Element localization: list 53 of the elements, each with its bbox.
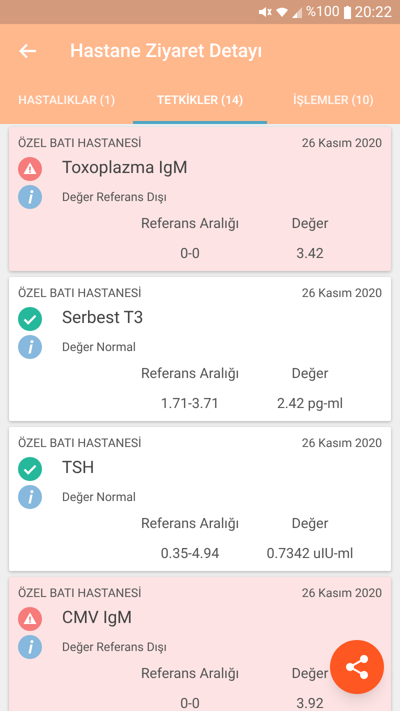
test-card[interactable]: ÖZEL BATI HASTANESİ 26 Kasım 2020 CMV IgM Değer Referans Dışı Referans Aralığı Değer 0-0 3.92 xyxy=(9,577,391,711)
battery-icon xyxy=(344,6,351,18)
column-header: Değer xyxy=(292,364,328,384)
check-icon xyxy=(18,306,42,331)
hospital-name: ÖZEL BATI HASTANESİ xyxy=(18,285,142,302)
wifi-icon xyxy=(276,6,288,18)
test-name: CMV IgM xyxy=(62,607,132,630)
column-header: Referans Aralığı xyxy=(140,514,240,534)
table-cell-text: 2.42 pg-ml xyxy=(276,394,344,414)
info-icon xyxy=(18,634,42,658)
warning-icon xyxy=(18,156,42,181)
result-note: Değer Referans Dışı xyxy=(62,188,167,206)
test-name: Toxoplazma IgM xyxy=(62,157,188,180)
info-icon xyxy=(18,334,42,358)
clock-time: 20:22 xyxy=(354,2,392,23)
result-note: Değer Normal xyxy=(62,488,136,506)
result-note: Değer Normal xyxy=(62,338,136,356)
hospital-name: ÖZEL BATI HASTANESİ xyxy=(18,135,142,152)
check-icon xyxy=(18,456,42,481)
info-icon xyxy=(18,184,42,208)
hospital-name: ÖZEL BATI HASTANESİ xyxy=(18,585,142,602)
share-icon xyxy=(345,654,369,680)
table-cell-text: 0.7342 uIU-ml xyxy=(266,544,354,564)
table-cell-text: 0-0 xyxy=(179,694,201,711)
table-cell-text: 0.35-4.94 xyxy=(160,544,220,564)
table-cell-text: 3.92 xyxy=(296,694,324,711)
signal-icon xyxy=(292,6,302,18)
column-header: Değer xyxy=(292,514,328,534)
test-name: Serbest T3 xyxy=(62,307,144,330)
hospital-name: ÖZEL BATI HASTANESİ xyxy=(18,435,142,452)
table-cell-text: 0-0 xyxy=(179,244,201,264)
warning-icon xyxy=(18,606,42,631)
table-cell-text: 3.42 xyxy=(296,244,324,264)
test-date: 26 Kasım 2020 xyxy=(302,435,382,452)
back-arrow-icon xyxy=(19,43,37,59)
column-header: Değer xyxy=(292,664,328,684)
test-card[interactable]: ÖZEL BATI HASTANESİ 26 Kasım 2020 Serbest T3 Değer Normal Referans Aralığı Değer 1.71-3.71 2.42 pg-ml xyxy=(9,277,391,421)
test-date: 26 Kasım 2020 xyxy=(302,135,382,152)
test-card[interactable]: ÖZEL BATI HASTANESİ 26 Kasım 2020 Toxoplazma IgM Değer Referans Dışı Referans Aralığı Değer 0-0 3.42 xyxy=(9,127,391,271)
column-header: Referans Aralığı xyxy=(140,214,240,234)
result-note: Değer Referans Dışı xyxy=(62,638,167,656)
table-cell-text: 1.71-3.71 xyxy=(160,394,220,414)
battery-percentage: %100 xyxy=(306,2,340,22)
column-header: Değer xyxy=(292,214,328,234)
info-icon xyxy=(18,484,42,508)
column-header: Referans Aralığı xyxy=(140,364,240,384)
mute-icon xyxy=(258,6,272,18)
test-card[interactable]: ÖZEL BATI HASTANESİ 26 Kasım 2020 TSH Değer Normal Referans Aralığı Değer 0.35-4.94 0.7342 uIU-ml xyxy=(9,427,391,571)
test-name: TSH xyxy=(62,457,94,480)
screen-title: Hastane Ziyaret Detayı xyxy=(70,38,262,64)
test-date: 26 Kasım 2020 xyxy=(302,585,382,602)
test-date: 26 Kasım 2020 xyxy=(302,285,382,302)
column-header: Referans Aralığı xyxy=(140,664,240,684)
